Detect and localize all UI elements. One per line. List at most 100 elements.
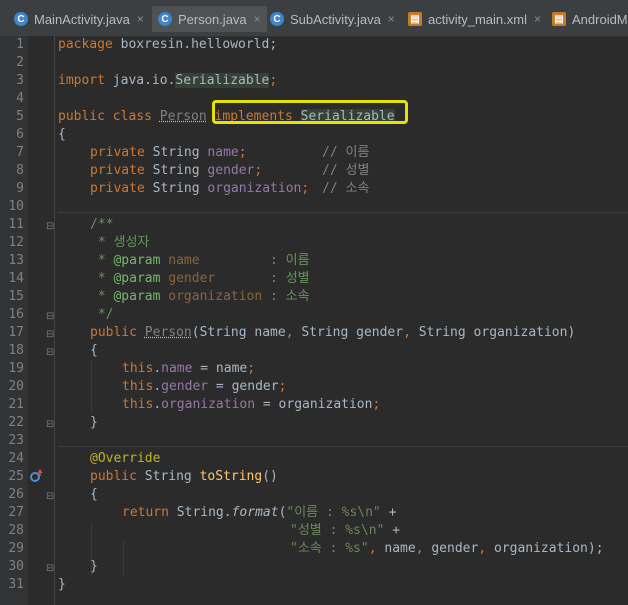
string-literal: "성별 : %s\n" [290, 523, 385, 538]
semicolon: ; [254, 163, 263, 178]
line-number: 15 [8, 289, 24, 304]
line-number: 19 [8, 361, 24, 376]
line-number: 2 [16, 55, 24, 70]
javadoc-line: * @param gender : 성별 [90, 270, 628, 288]
code-line: { [90, 487, 98, 502]
line-number: 13 [8, 253, 24, 268]
keyword: package [58, 37, 113, 52]
this-keyword: this [122, 361, 154, 376]
java-class-icon: C [14, 12, 28, 26]
xml-layout-icon: ▤ [552, 12, 566, 26]
fold-toggle-icon[interactable]: ⊟ [46, 222, 56, 232]
assignment: = organization [255, 397, 373, 412]
javadoc-star: * [90, 271, 114, 286]
parens: () [262, 469, 278, 484]
string-literal: "소속 : %s" [290, 541, 369, 556]
javadoc-tag: @param [113, 253, 161, 268]
fold-end-icon[interactable]: ⊟ [46, 312, 56, 322]
line-number: 8 [16, 163, 24, 178]
javadoc-param: gender [160, 271, 216, 286]
this-keyword: this [122, 379, 154, 394]
param: (String name [191, 325, 286, 340]
dot: . [153, 379, 162, 394]
javadoc-star: * [90, 289, 114, 304]
line-number: 16 [8, 307, 24, 322]
line-number: 23 [8, 433, 24, 448]
line-number: 7 [16, 145, 24, 160]
indent-guide [91, 360, 92, 414]
import-class: Serializable [175, 73, 270, 88]
code-line: } [58, 577, 66, 592]
line-number: 21 [8, 397, 24, 412]
tab-label: activity_main.xml [428, 11, 527, 27]
this-keyword: this [122, 397, 154, 412]
javadoc-line: * @param organization : 소속 [90, 288, 628, 306]
close-icon[interactable]: × [137, 12, 144, 26]
code-line: } [90, 415, 98, 430]
javadoc-tag: @param [113, 271, 161, 286]
argument: gender [423, 541, 479, 556]
field: organization [161, 397, 256, 412]
method-separator [58, 212, 628, 213]
fold-toggle-icon[interactable]: ⊟ [46, 330, 56, 340]
javadoc-param: name [160, 253, 200, 268]
code-line: this.gender = gender; [122, 378, 628, 396]
field: name [161, 361, 193, 376]
tab-androidmanifest[interactable]: ▤ AndroidMa [552, 6, 628, 32]
comma: , [403, 325, 411, 340]
fold-toggle-icon[interactable]: ⊟ [46, 348, 56, 358]
line-number: 10 [8, 199, 24, 214]
override-method-icon[interactable] [30, 469, 44, 483]
code-editor[interactable]: 1 2 3 4 5 6 7 8 9 10 11 12 13 14 15 16 1… [0, 36, 628, 605]
field: name [207, 145, 239, 160]
semicolon: ; [269, 73, 278, 88]
string-literal: "이름 : %s\n" [286, 505, 381, 520]
tab-activity-main-xml[interactable]: ▤ activity_main.xml × [408, 6, 541, 32]
line-number: 17 [8, 325, 24, 340]
code-line: { [90, 343, 98, 358]
tab-mainactivity[interactable]: C MainActivity.java × [14, 6, 144, 32]
tab-person[interactable]: C Person.java × [152, 6, 267, 32]
highlight-box [212, 100, 408, 124]
code-line: return String.format("이름 : %s\n" + [122, 504, 628, 522]
line-number: 1 [16, 37, 24, 52]
close-icon[interactable]: × [254, 12, 261, 26]
type: String [136, 469, 200, 484]
dot: . [153, 397, 162, 412]
tab-label: Person.java [178, 11, 247, 27]
param: String gender [293, 325, 404, 340]
keyword: return [122, 505, 169, 520]
keyword: import [58, 73, 105, 88]
tab-label: SubActivity.java [290, 11, 381, 27]
annotation: @Override [90, 451, 161, 466]
code-line: private String gender; // 성별 [90, 162, 628, 180]
assignment: = gender [208, 379, 279, 394]
close-icon[interactable]: × [534, 12, 541, 26]
comment: // 성별 [322, 163, 370, 178]
tab-label: MainActivity.java [34, 11, 130, 27]
fold-end-icon[interactable]: ⊟ [46, 420, 56, 430]
line-number: 27 [8, 505, 24, 520]
code-line: import java.io.Serializable; [58, 72, 628, 90]
semicolon: ; [301, 181, 310, 196]
line-number: 20 [8, 379, 24, 394]
line-number: 11 [8, 217, 24, 232]
line-number: 25 [8, 469, 24, 484]
code-line: package boxresin.helloworld; [58, 36, 628, 54]
comment: // 소속 [322, 181, 370, 196]
class-ref: String. [168, 505, 232, 520]
fold-end-icon[interactable]: ⊟ [46, 564, 56, 574]
type: String [144, 163, 208, 178]
operator: + [380, 505, 397, 520]
semicolon: ; [247, 361, 256, 376]
code-line: { [58, 127, 66, 142]
method-name: toString [199, 469, 263, 484]
code-line: this.name = name; [122, 360, 628, 378]
fold-toggle-icon[interactable]: ⊟ [46, 492, 56, 502]
editor-tab-bar: C MainActivity.java × C Person.java × C … [0, 0, 628, 37]
tab-subactivity[interactable]: C SubActivity.java × [270, 6, 395, 32]
close-icon[interactable]: × [388, 12, 395, 26]
semicolon: ; [278, 379, 287, 394]
javadoc-line: /** [90, 217, 114, 232]
javadoc-desc: : 소속 [262, 289, 310, 304]
